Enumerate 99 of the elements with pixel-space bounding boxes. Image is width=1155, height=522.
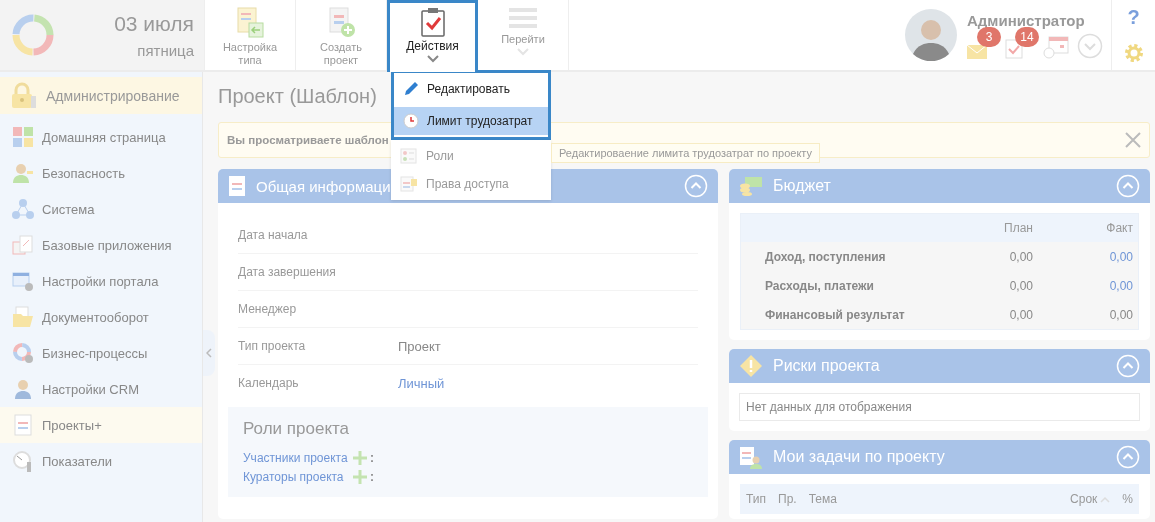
document-icon bbox=[12, 414, 34, 436]
gauge-icon bbox=[12, 450, 34, 472]
menu-item[interactable]: Редактировать bbox=[394, 75, 548, 103]
notice-text: Вы просматриваете шаблон bbox=[227, 134, 389, 146]
collapse-icon[interactable] bbox=[1116, 174, 1140, 198]
sidebar-item[interactable]: Безопасность bbox=[0, 155, 202, 191]
pencil-icon bbox=[403, 81, 419, 97]
user-name[interactable]: Администратор bbox=[967, 11, 1103, 29]
collapse-icon[interactable] bbox=[1116, 445, 1140, 469]
sidebar-item[interactable]: Настройки CRM bbox=[0, 371, 202, 407]
ring-gear-icon bbox=[12, 342, 34, 364]
sidebar-item[interactable]: Администрирование bbox=[0, 77, 202, 114]
sidebar-item[interactable]: Система bbox=[0, 191, 202, 227]
column-header[interactable]: Тема bbox=[808, 492, 837, 506]
chevron-left-icon bbox=[206, 348, 212, 358]
add-icon[interactable] bbox=[353, 469, 367, 484]
sidebar-item[interactable]: Показатели bbox=[0, 443, 202, 479]
task-check-icon[interactable] bbox=[1005, 38, 1023, 59]
card-title: Мои задачи по проекту bbox=[773, 448, 945, 466]
table-cell-text: 0,00 bbox=[1108, 307, 1134, 322]
settings-icon[interactable] bbox=[1122, 41, 1145, 64]
card-title: Бюджет bbox=[773, 177, 831, 195]
column-header: Факт bbox=[1105, 221, 1134, 235]
field-value: Проект bbox=[398, 338, 441, 354]
calendar-clock-icon[interactable] bbox=[1043, 34, 1069, 59]
date: 03 июля bbox=[114, 11, 194, 36]
people-list-icon bbox=[400, 148, 418, 164]
row-label: Финансовый результат bbox=[764, 307, 906, 322]
folder-icon bbox=[12, 306, 34, 328]
caret-icon bbox=[426, 55, 439, 63]
column-header[interactable]: Тип bbox=[746, 492, 766, 506]
field-label: Тип проекта bbox=[238, 339, 307, 353]
money-icon bbox=[739, 176, 763, 196]
card-title: Риски проекта bbox=[773, 357, 880, 375]
field-label: Дата начала bbox=[238, 228, 309, 242]
lock-icon bbox=[10, 81, 38, 110]
logo-icon[interactable] bbox=[10, 12, 56, 58]
envelope-icon[interactable] bbox=[967, 44, 987, 59]
menu-icon bbox=[508, 6, 538, 30]
empty-message: Нет данных для отображения bbox=[739, 393, 1140, 421]
column-header[interactable]: Срок bbox=[1070, 492, 1111, 506]
task-person-icon bbox=[739, 445, 763, 469]
chevron-down-icon[interactable] bbox=[1077, 32, 1103, 59]
caret-icon bbox=[517, 48, 529, 56]
card-title: Общая информаци bbox=[256, 177, 391, 195]
menu-item[interactable]: Права доступа bbox=[391, 170, 551, 198]
roles-title: Роли проекта bbox=[243, 419, 351, 439]
field-label: Дата завершения bbox=[238, 265, 337, 279]
sidebar-item[interactable]: Домашняя страница bbox=[0, 119, 202, 155]
column-header: План bbox=[1003, 221, 1033, 235]
field-label: Календарь bbox=[238, 376, 300, 390]
page-title: Проект (Шаблон) bbox=[218, 85, 377, 109]
table-cell-text: 0,00 bbox=[1008, 249, 1033, 264]
document-plus-icon bbox=[326, 6, 356, 38]
sidebar-item[interactable]: Настройки портала bbox=[0, 263, 202, 299]
role-link[interactable]: Кураторы проекта bbox=[243, 469, 353, 484]
sidebar-item[interactable]: Базовые приложения bbox=[0, 227, 202, 263]
tooltip: Редактироваение лимита трудозатрат по проекту bbox=[551, 143, 820, 163]
column-header[interactable]: % bbox=[1122, 492, 1133, 506]
weekday: пятница bbox=[137, 41, 194, 59]
menu-item[interactable]: Роли bbox=[391, 142, 551, 170]
person-icon bbox=[12, 378, 34, 400]
network-icon bbox=[12, 198, 34, 220]
add-icon[interactable] bbox=[353, 450, 367, 465]
sidebar-item[interactable]: Бизнес-процессы bbox=[0, 335, 202, 371]
collapse-icon[interactable] bbox=[684, 174, 708, 198]
clock-icon bbox=[403, 113, 419, 129]
toolbar-button[interactable]: Действия bbox=[387, 0, 478, 72]
document-icon bbox=[228, 175, 246, 197]
help-link[interactable]: ? bbox=[1127, 6, 1140, 30]
row-label: Расходы, платежи bbox=[764, 278, 875, 293]
clipboard-check-icon bbox=[419, 7, 446, 37]
collapse-icon[interactable] bbox=[1116, 354, 1140, 378]
role-link[interactable]: Участники проекта bbox=[243, 450, 353, 465]
table-cell-text: 0,00 bbox=[1008, 278, 1033, 293]
cell-link[interactable]: 0,00 bbox=[1033, 249, 1138, 264]
field-link[interactable]: Личный bbox=[398, 375, 445, 391]
cell-link[interactable]: 0,00 bbox=[1033, 278, 1138, 293]
document-key-icon bbox=[400, 176, 418, 192]
sort-up-icon bbox=[1100, 495, 1111, 503]
table-cell-text: 0,00 bbox=[1008, 307, 1033, 322]
collapse-tab[interactable] bbox=[203, 330, 215, 376]
document-icon bbox=[235, 6, 265, 38]
menu-item[interactable]: Лимит трудозатрат bbox=[394, 107, 548, 135]
row-label: Доход, поступления bbox=[764, 249, 887, 264]
warning-icon bbox=[739, 354, 763, 378]
person-key-icon bbox=[12, 162, 34, 184]
sidebar-item[interactable]: Документооборот bbox=[0, 299, 202, 335]
role-separator: : bbox=[370, 450, 374, 465]
field-label: Менеджер bbox=[238, 302, 298, 316]
calendar-icon bbox=[12, 234, 34, 256]
column-header[interactable]: Пр. bbox=[778, 492, 797, 506]
table-gear-icon bbox=[12, 270, 34, 292]
role-separator: : bbox=[370, 469, 374, 484]
sidebar-item[interactable]: Проекты+ bbox=[0, 407, 202, 443]
avatar[interactable] bbox=[905, 9, 957, 61]
tiles-icon bbox=[12, 126, 34, 148]
close-icon[interactable] bbox=[1125, 132, 1141, 148]
task-count: 14 bbox=[1015, 26, 1039, 47]
